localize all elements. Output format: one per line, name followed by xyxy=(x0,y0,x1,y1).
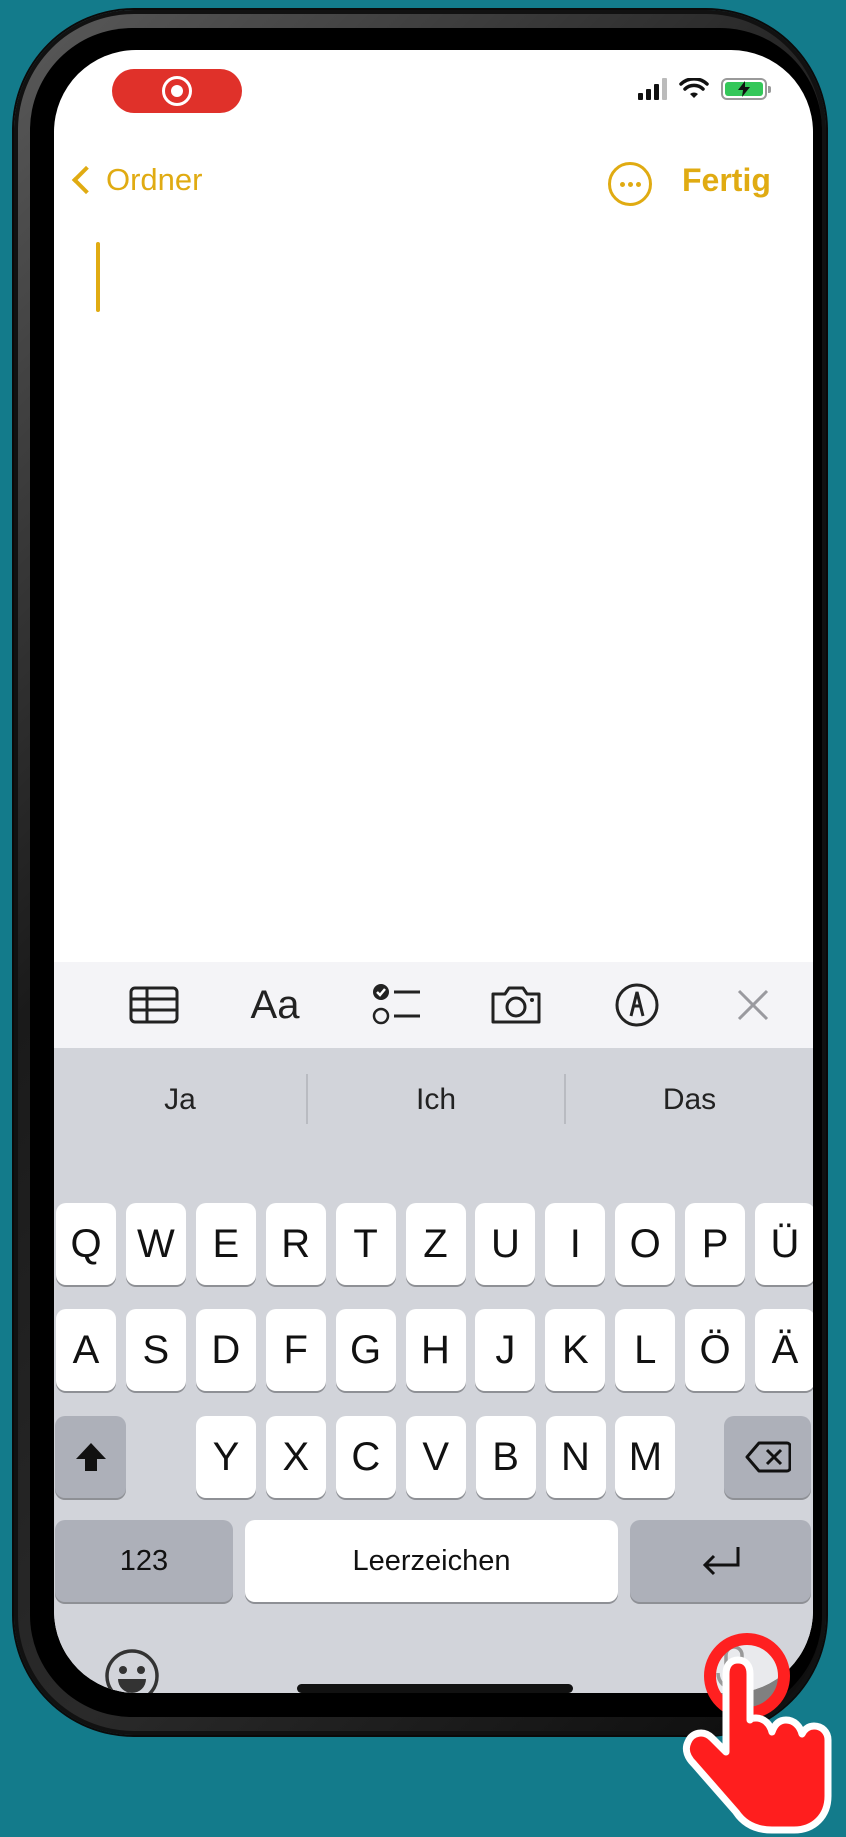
text-style-button[interactable]: Aa xyxy=(247,980,303,1030)
key-l[interactable]: L xyxy=(615,1309,676,1391)
markup-pen-icon[interactable] xyxy=(609,980,665,1030)
note-body[interactable] xyxy=(54,230,813,950)
key-g[interactable]: G xyxy=(335,1309,396,1391)
ellipsis-circle-icon[interactable] xyxy=(608,162,652,206)
space-key[interactable]: Leerzeichen xyxy=(245,1520,618,1602)
key-t[interactable]: T xyxy=(335,1203,396,1285)
key-ä[interactable]: Ä xyxy=(755,1309,813,1391)
screen-recording-pill[interactable] xyxy=(112,69,242,113)
signal-icon xyxy=(638,78,667,100)
key-x[interactable]: X xyxy=(265,1416,326,1498)
home-indicator[interactable] xyxy=(297,1684,573,1693)
key-i[interactable]: I xyxy=(545,1203,606,1285)
key-ü[interactable]: Ü xyxy=(755,1203,813,1285)
key-a[interactable]: A xyxy=(56,1309,116,1391)
key-p[interactable]: P xyxy=(685,1203,746,1285)
key-ö[interactable]: Ö xyxy=(685,1309,746,1391)
record-icon xyxy=(162,76,192,106)
key-q[interactable]: Q xyxy=(56,1203,116,1285)
chevron-left-icon xyxy=(71,165,101,195)
notes-screen: Ordner Fertig Aa Ja Ich Das QWERTZUIOPÜ … xyxy=(54,50,813,1693)
suggestion-3[interactable]: Das xyxy=(566,1068,813,1132)
battery-charging-icon xyxy=(721,78,771,100)
numbers-key[interactable]: 123 xyxy=(55,1520,233,1602)
table-icon[interactable] xyxy=(126,980,182,1030)
done-button[interactable]: Fertig xyxy=(682,162,771,199)
key-d[interactable]: D xyxy=(195,1309,256,1391)
key-k[interactable]: K xyxy=(545,1309,606,1391)
key-b[interactable]: B xyxy=(475,1416,536,1498)
delete-icon[interactable] xyxy=(724,1416,811,1498)
key-e[interactable]: E xyxy=(195,1203,256,1285)
format-toolbar: Aa xyxy=(54,962,813,1048)
shift-icon[interactable] xyxy=(55,1416,126,1498)
key-y[interactable]: Y xyxy=(196,1416,256,1498)
suggestion-2[interactable]: Ich xyxy=(308,1068,564,1132)
key-n[interactable]: N xyxy=(545,1416,606,1498)
wifi-icon xyxy=(679,78,709,98)
status-icons xyxy=(638,78,771,100)
key-h[interactable]: H xyxy=(405,1309,466,1391)
camera-icon[interactable] xyxy=(488,980,544,1030)
key-u[interactable]: U xyxy=(475,1203,536,1285)
close-icon[interactable] xyxy=(725,980,781,1030)
suggestion-1[interactable]: Ja xyxy=(54,1068,306,1132)
key-o[interactable]: O xyxy=(615,1203,676,1285)
key-j[interactable]: J xyxy=(475,1309,536,1391)
key-z[interactable]: Z xyxy=(405,1203,466,1285)
key-m[interactable]: M xyxy=(615,1416,676,1498)
key-r[interactable]: R xyxy=(265,1203,326,1285)
key-s[interactable]: S xyxy=(125,1309,186,1391)
key-c[interactable]: C xyxy=(335,1416,396,1498)
return-icon[interactable] xyxy=(630,1520,811,1602)
back-button[interactable]: Ordner xyxy=(66,162,202,198)
keyboard: Ja Ich Das QWERTZUIOPÜ ASDFGHJKLÖÄ YXCVB… xyxy=(54,1048,813,1693)
key-w[interactable]: W xyxy=(125,1203,186,1285)
emoji-icon[interactable] xyxy=(104,1648,160,1693)
key-f[interactable]: F xyxy=(265,1309,326,1391)
back-label: Ordner xyxy=(106,162,203,197)
tap-hand-icon xyxy=(682,1652,832,1837)
key-v[interactable]: V xyxy=(405,1416,466,1498)
checklist-icon[interactable] xyxy=(369,980,425,1030)
